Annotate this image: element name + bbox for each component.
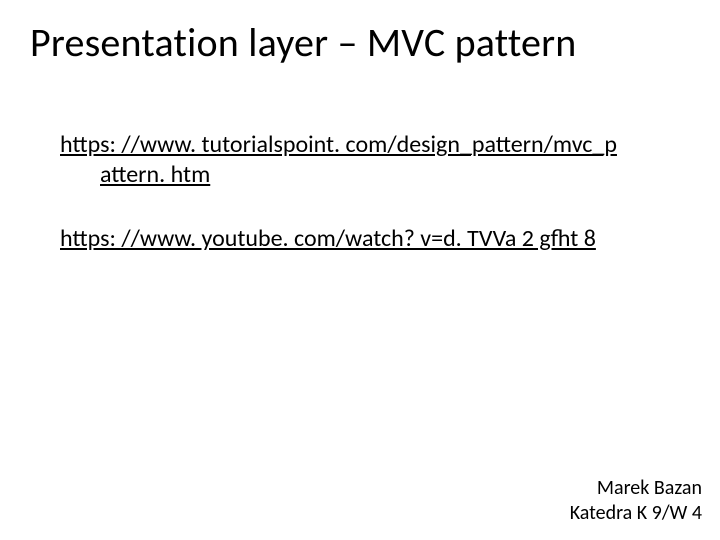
- slide-footer: Marek Bazan Katedra K 9/W 4: [570, 476, 702, 526]
- link-tutorialspoint: https: //www. tutorialspoint. com/design…: [60, 130, 660, 190]
- link-youtube-anchor[interactable]: https: //www. youtube. com/watch? v=d. T…: [60, 224, 596, 253]
- link-text-line1: https: //www. tutorialspoint. com/design…: [60, 130, 660, 160]
- link-text-line2: attern. htm: [60, 160, 660, 190]
- slide-title: Presentation layer – MVC pattern: [30, 18, 690, 67]
- link-youtube: https: //www. youtube. com/watch? v=d. T…: [60, 224, 660, 254]
- footer-author: Marek Bazan: [570, 476, 702, 501]
- slide: Presentation layer – MVC pattern https: …: [0, 0, 720, 540]
- link-text: https: //www. youtube. com/watch? v=d. T…: [60, 224, 596, 253]
- footer-dept: Katedra K 9/W 4: [570, 501, 702, 526]
- slide-body: https: //www. tutorialspoint. com/design…: [60, 130, 660, 288]
- link-tutorialspoint-anchor[interactable]: https: //www. tutorialspoint. com/design…: [60, 130, 660, 190]
